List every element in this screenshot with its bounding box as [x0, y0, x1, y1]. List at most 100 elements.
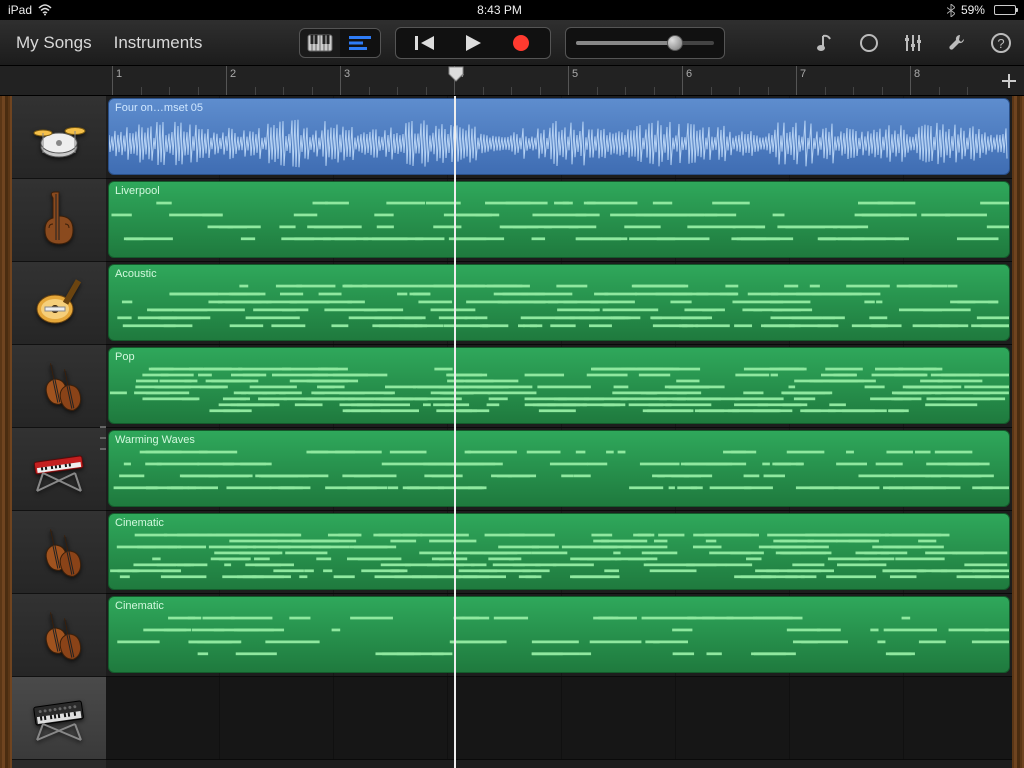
loop-icon — [858, 32, 880, 54]
midi-region[interactable]: Acoustic — [108, 264, 1010, 341]
region-label: Cinematic — [115, 600, 164, 612]
wrench-icon — [946, 32, 968, 54]
ruler-bar-label: 7 — [800, 68, 806, 80]
track-lane[interactable]: Pop — [106, 345, 1012, 428]
ruler-bar-label: 5 — [572, 68, 578, 80]
track-headers — [12, 96, 106, 768]
track-lane[interactable]: Warming Waves — [106, 428, 1012, 511]
region-label: Acoustic — [115, 268, 157, 280]
bluetooth-icon — [947, 4, 955, 17]
rewind-button[interactable] — [410, 31, 440, 55]
note-icon — [814, 32, 836, 54]
track-lane[interactable]: Four on…mset 05 — [106, 96, 1012, 179]
ruler-tick — [768, 87, 769, 95]
toolbar: My Songs Instruments — [0, 20, 1024, 66]
note-editor-button[interactable] — [812, 30, 838, 56]
mixer-icon — [902, 32, 924, 54]
ruler-tick — [625, 87, 626, 95]
track-lanes[interactable]: Four on…mset 05Liverpool Acoustic Pop Warmi… — [106, 96, 1012, 768]
settings-button[interactable] — [944, 30, 970, 56]
guitar-icon — [29, 271, 89, 336]
ruler-tick — [540, 87, 541, 95]
ruler-tick — [825, 87, 826, 95]
master-volume-slider[interactable] — [565, 27, 725, 59]
region-label: Warming Waves — [115, 434, 195, 446]
ruler-tick — [711, 87, 712, 95]
ruler-tick — [511, 87, 512, 95]
ruler-bar: 4 — [454, 66, 455, 95]
piano-view-button[interactable] — [300, 29, 340, 57]
track-resize-grip[interactable] — [100, 426, 106, 450]
track-header-strings[interactable] — [12, 594, 106, 677]
ruler-tick — [397, 87, 398, 95]
ruler-bar-label: 6 — [686, 68, 692, 80]
track-header-strings[interactable] — [12, 511, 106, 594]
ruler-bar-label: 3 — [344, 68, 350, 80]
midi-region[interactable]: Cinematic — [108, 513, 1010, 590]
record-button[interactable] — [506, 31, 536, 55]
rewind-icon — [414, 34, 436, 52]
play-icon — [463, 33, 483, 53]
ruler-tick — [654, 87, 655, 95]
device-label: iPad — [8, 3, 32, 17]
main-area: Four on…mset 05Liverpool Acoustic Pop Warmi… — [0, 96, 1024, 768]
piano-view-icon — [307, 34, 333, 52]
ruler-tick — [939, 87, 940, 95]
ruler-bar: 7 — [796, 66, 797, 95]
midi-region[interactable]: Warming Waves — [108, 430, 1010, 507]
help-button[interactable]: ? — [988, 30, 1014, 56]
ruler-tick — [198, 87, 199, 95]
track-lane[interactable]: Acoustic — [106, 262, 1012, 345]
ruler-bar: 5 — [568, 66, 569, 95]
midi-region[interactable]: Cinematic — [108, 596, 1010, 673]
loop-button[interactable] — [856, 30, 882, 56]
track-header-bass[interactable] — [12, 179, 106, 262]
my-songs-button[interactable]: My Songs — [10, 29, 98, 57]
ruler-tick — [483, 87, 484, 95]
tracks-view-button[interactable] — [340, 29, 380, 57]
ruler-tick — [597, 87, 598, 95]
instruments-button[interactable]: Instruments — [108, 29, 209, 57]
track-lane[interactable]: Cinematic — [106, 594, 1012, 677]
volume-knob[interactable] — [667, 35, 683, 51]
clock: 8:43 PM — [477, 3, 522, 17]
track-header-guitar[interactable] — [12, 262, 106, 345]
strings-icon — [29, 603, 89, 668]
ruler-bar-label: 2 — [230, 68, 236, 80]
timeline-ruler[interactable]: 1 2 3 4 5 6 7 8 — [106, 66, 994, 95]
synth-icon — [29, 686, 89, 751]
ruler-tick — [255, 87, 256, 95]
bass-icon — [29, 188, 89, 253]
track-lane[interactable] — [106, 677, 1012, 760]
track-lane[interactable]: Liverpool — [106, 179, 1012, 262]
wood-edge-left — [0, 96, 12, 768]
ruler-bar-label: 1 — [116, 68, 122, 80]
mixer-button[interactable] — [900, 30, 926, 56]
tracks-view-icon — [347, 34, 373, 52]
add-track-button[interactable] — [994, 66, 1024, 95]
wifi-icon — [38, 4, 52, 16]
transport — [395, 27, 551, 59]
track-header-strings[interactable] — [12, 345, 106, 428]
ruler-tick — [426, 87, 427, 95]
record-icon — [511, 33, 531, 53]
keyboard-icon — [29, 437, 89, 502]
midi-region[interactable]: Pop — [108, 347, 1010, 424]
play-button[interactable] — [458, 31, 488, 55]
ruler-tick — [169, 87, 170, 95]
ruler-bar-label: 8 — [914, 68, 920, 80]
view-segmented — [299, 28, 381, 58]
region-label: Cinematic — [115, 517, 164, 529]
audio-region[interactable]: Four on…mset 05 — [108, 98, 1010, 175]
ruler-tick — [369, 87, 370, 95]
track-header-drums[interactable] — [12, 96, 106, 179]
ruler-tick — [739, 87, 740, 95]
ruler-tick — [312, 87, 313, 95]
track-lane[interactable]: Cinematic — [106, 511, 1012, 594]
track-header-synth[interactable] — [12, 677, 106, 760]
drums-icon — [29, 105, 89, 170]
ruler-tick — [967, 87, 968, 95]
midi-region[interactable]: Liverpool — [108, 181, 1010, 258]
track-header-keyboard[interactable] — [12, 428, 106, 511]
help-icon: ? — [990, 32, 1012, 54]
